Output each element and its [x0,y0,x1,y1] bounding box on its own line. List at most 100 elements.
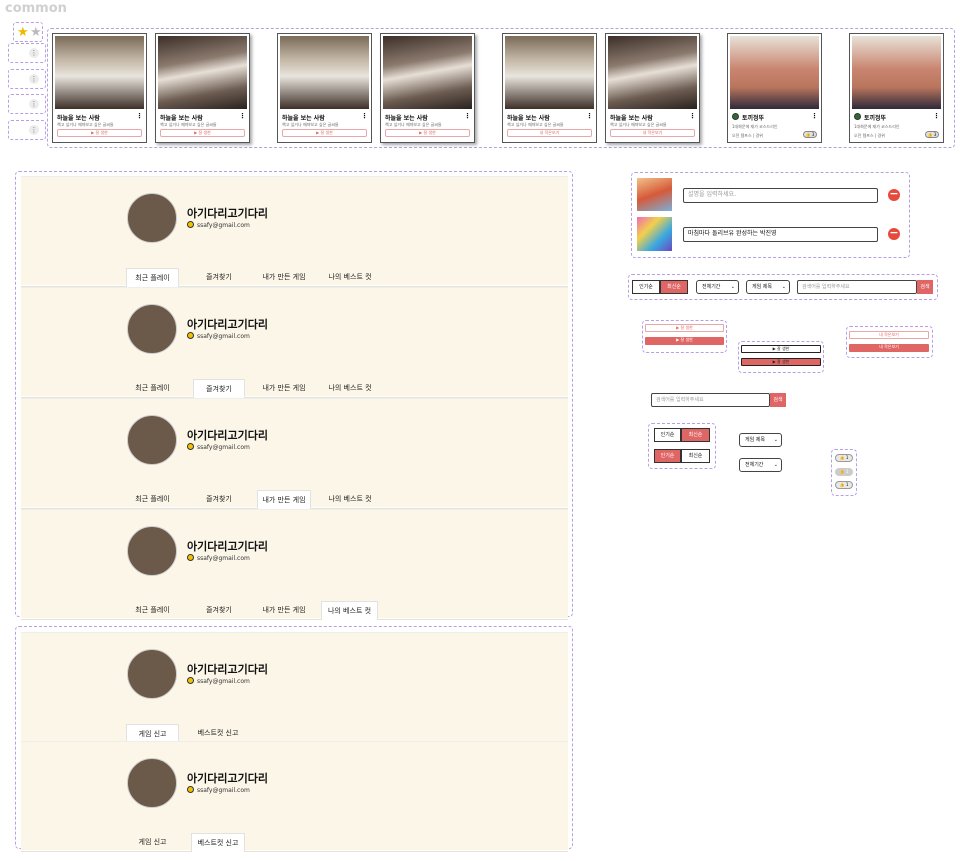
play-button[interactable]: ▶ 잘 생한 [282,129,367,137]
card-title: 하늘을 보는 사람 [57,115,100,122]
search-button[interactable]: 검색 [917,280,933,294]
kebab-icon[interactable]: ⋮ [29,99,39,109]
avatar [127,649,177,699]
caption-input[interactable]: 설명을 입력하세요. [683,188,878,203]
search-input-2[interactable]: 검색어를 입력하주세요 [651,393,770,407]
tab-favorites[interactable]: 즐겨찾기 [193,601,245,620]
play-button-outline[interactable]: ▶ 잘 생한 [645,324,724,332]
play-button[interactable]: ▶ 잘 생한 [57,129,142,137]
more-icon[interactable]: ⋮ [239,112,246,120]
kebab-icon[interactable]: ⋮ [29,74,39,84]
result-button-outline[interactable]: 내 작은보기 [849,331,929,339]
more-icon[interactable]: ⋮ [689,112,696,120]
more-icon[interactable]: ⋮ [586,112,593,120]
play-button-outline[interactable]: ▶ 잘 생한 [741,345,821,353]
tab-best-cut[interactable]: 나의 베스트 컷 [323,490,377,509]
image-thumbnail [637,178,672,211]
email-text: ssafy@gmail.com [197,678,250,685]
kakao-icon [187,221,194,228]
more-icon[interactable]: ⋮ [464,112,471,120]
avatar [732,113,739,120]
email: ssafy@gmail.com [187,221,250,229]
tab-favorites[interactable]: 즐겨찾기 [193,490,245,509]
scope-select-2[interactable]: 게임 제목 ⌄ [739,433,782,447]
thumbnail [383,36,472,109]
result-button-filled[interactable]: 내 작은보기 [849,344,929,352]
more-icon[interactable]: ⋮ [361,112,368,120]
kebab-icon[interactable]: ⋮ [29,48,39,58]
like-button[interactable]: 👍 3 [925,131,939,138]
remove-icon[interactable]: − [888,188,900,201]
tab-best-cut[interactable]: 나의 베스트 컷 [321,601,378,620]
tab-recent[interactable]: 최근 플레이 [126,490,179,509]
result-button[interactable]: 내 작은보기 [610,129,695,137]
period-select[interactable]: 전체기간 ⌄ [696,280,739,294]
bestcut-card[interactable]: 하늘을 보는 사람 ⋮ 책고 싶거나 깨져보고 싶은 글씨들 내 작은보기 [605,33,700,143]
tab-recent[interactable]: 최근 플레이 [126,601,179,620]
like-button[interactable]: 👍 3 [803,131,817,138]
tab-recent[interactable]: 최근 플레이 [126,379,179,398]
tab-my-games[interactable]: 내가 만든 게임 [257,379,311,398]
remove-icon[interactable]: − [888,227,900,240]
tab-best-cut[interactable]: 나의 베스트 컷 [323,379,377,398]
card-desc: 1대화문에 재가 코스드리인 [732,124,778,129]
sort-latest-off[interactable]: 최신순 [681,449,710,463]
bestcut-card[interactable]: 하늘을 보는 사람 ⋮ 책고 싶거나 깨져보고 싶은 글씨들 내 작은보기 [502,33,597,143]
more-icon[interactable]: ⋮ [811,112,818,120]
tab-best-cut[interactable]: 나의 베스트 컷 [323,268,377,287]
search-button-2[interactable]: 검색 [770,393,786,407]
more-icon[interactable]: ⋮ [136,112,143,120]
like-button-1[interactable]: 👍 1 [835,454,853,462]
play-button[interactable]: ▶ 잘 생한 [160,129,245,137]
card-desc: 책고 싶거나 깨져보고 싶은 글씨들 [610,122,667,127]
tab-my-games[interactable]: 내가 만든 게임 [257,490,311,509]
tab-favorites[interactable]: 즐겨찾기 [193,379,245,398]
sort-popular-button[interactable]: 인기순 [632,280,660,294]
period-label: 전체기간 [702,284,721,290]
game-card[interactable]: 하늘을 보는 사람 ⋮ 책고 싶거나 깨져보고 싶은 글씨들 ▶ 잘 생한 [155,33,250,143]
user-card[interactable]: 토끼정뚜 ⋮ 1대화문에 재가 코스드리인 오전 템프스 | 경위 👍 3 [849,33,944,143]
sort-popular-off[interactable]: 인기순 [654,428,681,442]
star-empty-icon[interactable]: ★ [30,26,42,39]
play-button-filled[interactable]: ▶ 잘 생한 [741,358,821,366]
star-filled-icon[interactable]: ★ [17,26,29,39]
caption-editor-frame [631,172,910,258]
email-text: ssafy@gmail.com [197,787,250,794]
tab-bestcut-report[interactable]: 베스트컷 신고 [191,833,245,852]
tab-my-games[interactable]: 내가 만든 게임 [257,268,311,287]
tab-game-report[interactable]: 게임 신고 [126,833,179,852]
kebab-icon[interactable]: ⋮ [29,125,39,135]
more-icon[interactable]: ⋮ [933,112,940,120]
card-desc: 책고 싶거나 깨져보고 싶은 글씨들 [507,122,564,127]
result-button[interactable]: 내 작은보기 [507,129,592,137]
play-button-filled[interactable]: ▶ 잘 생한 [645,337,724,345]
card-desc: 책고 싶거나 깨져보고 싶은 글씨들 [282,122,339,127]
tab-recent[interactable]: 최근 플레이 [126,268,179,287]
email: ssafy@gmail.com [187,443,250,451]
email-text: ssafy@gmail.com [197,333,250,340]
caption-input[interactable]: 마침마다 돌리브유 완성하는 박진영 [683,227,878,242]
kebab-box-2: ⋮ [8,69,46,89]
like-button-2[interactable]: 👍 1 [835,468,853,476]
tab-my-games[interactable]: 내가 만든 게임 [257,601,311,620]
period-select-2[interactable]: 전체기간 ⌄ [739,458,782,472]
game-card[interactable]: 하늘을 보는 사람 ⋮ 책고 싶거나 깨져보고 싶은 글씨들 ▶ 잘 생한 [380,33,475,143]
play-button[interactable]: ▶ 잘 생한 [385,129,470,137]
tab-favorites[interactable]: 즐겨찾기 [193,268,245,287]
like-button-3[interactable]: 👍 1 [835,481,853,489]
sort-popular-on[interactable]: 인기순 [654,449,681,463]
chevron-down-icon: ⌄ [773,462,778,468]
user-card[interactable]: 토끼정뚜 ⋮ 1대화문에 재가 코스드리인 오전 템프스 | 경위 👍 3 [727,33,822,143]
thumbnail [505,36,594,109]
card-title: 하늘을 보는 사람 [160,115,203,122]
search-input[interactable]: 검색어를 입력하주세요 [797,280,917,294]
sort-latest-button[interactable]: 최신순 [660,280,688,294]
game-card[interactable]: 하늘을 보는 사람 ⋮ 책고 싶거나 깨져보고 싶은 글씨들 ▶ 잘 생한 [52,33,147,143]
nickname: 아기다리고기다리 [187,318,268,331]
canvas: ★ ★ ⋮ ⋮ ⋮ ⋮ 하늘을 보는 사람 ⋮ 책고 싶거나 깨져보고 싶은 글… [0,19,962,861]
nickname: 아기다리고기다리 [187,772,268,785]
sort-latest-on[interactable]: 최신순 [681,428,710,442]
scope-select[interactable]: 게임 제목 ⌄ [746,280,790,294]
game-card[interactable]: 하늘을 보는 사람 ⋮ 책고 싶거나 깨져보고 싶은 글씨들 ▶ 잘 생한 [277,33,372,143]
nickname: 아기다리고기다리 [187,207,268,220]
